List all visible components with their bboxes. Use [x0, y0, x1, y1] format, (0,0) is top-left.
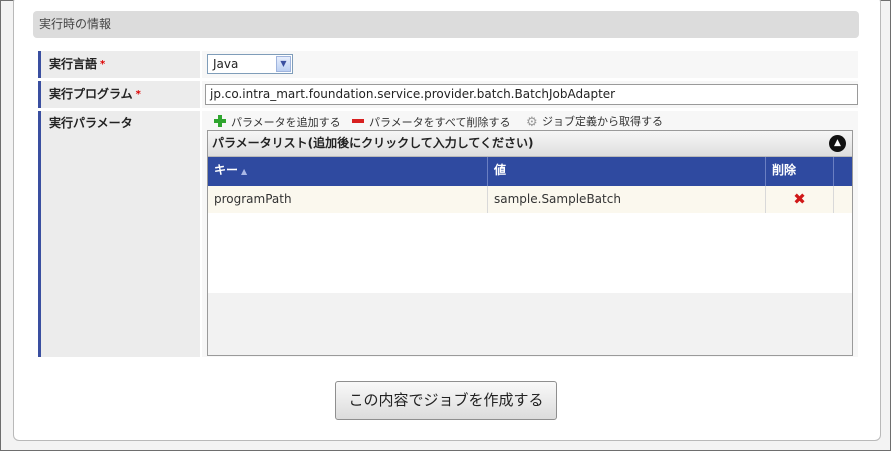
- column-header-value: 値: [488, 157, 766, 186]
- grid-footer-area: [208, 293, 852, 355]
- grid-empty-area: [208, 213, 852, 293]
- delete-all-label: パラメータをすべて削除する: [369, 116, 511, 129]
- grid-title: パラメータリスト(追加後にクリックして入力してください) ▲: [208, 131, 852, 157]
- table-row[interactable]: programPath sample.SampleBatch ✖: [208, 186, 852, 214]
- minus-icon: [351, 114, 365, 128]
- column-key-label: キー: [214, 163, 239, 177]
- param-delete-cell[interactable]: ✖: [766, 186, 834, 213]
- required-mark: *: [135, 89, 141, 100]
- get-from-job-definition-link[interactable]: ⚙ ジョブ定義から取得する: [526, 114, 663, 130]
- language-value-cell: [202, 51, 858, 78]
- chevron-down-icon[interactable]: ▼: [276, 56, 291, 72]
- column-delete-label: 削除: [772, 163, 797, 177]
- delete-icon[interactable]: ✖: [793, 190, 806, 208]
- column-header-delete: 削除: [766, 157, 834, 186]
- collapse-icon[interactable]: ▲: [829, 135, 846, 152]
- program-label: 実行プログラム *: [38, 81, 200, 108]
- add-parameter-link[interactable]: パラメータを追加する: [213, 114, 341, 131]
- sort-icon[interactable]: ▲: [241, 167, 247, 176]
- language-label-text: 実行言語: [49, 57, 98, 71]
- delete-all-parameters-link[interactable]: パラメータをすべて削除する: [351, 114, 510, 131]
- language-select-value: Java: [213, 57, 239, 71]
- required-mark: *: [100, 59, 106, 70]
- add-parameter-label: パラメータを追加する: [231, 116, 341, 129]
- language-select[interactable]: Java ▼: [207, 54, 293, 74]
- grid-header: キー ▲ 値 削除: [208, 157, 852, 186]
- gear-icon: ⚙: [526, 115, 538, 130]
- parameters-label: 実行パラメータ: [38, 111, 200, 357]
- program-input[interactable]: jp.co.intra_mart.foundation.service.prov…: [205, 84, 858, 105]
- plus-icon: [213, 114, 227, 128]
- get-from-job-label: ジョブ定義から取得する: [542, 115, 663, 128]
- section-title: 実行時の情報: [33, 11, 859, 38]
- column-header-key[interactable]: キー ▲: [208, 157, 488, 186]
- parameter-grid: パラメータリスト(追加後にクリックして入力してください) ▲ キー ▲ 値 削除 …: [207, 130, 853, 356]
- grid-title-text: パラメータリスト(追加後にクリックして入力してください): [212, 136, 534, 150]
- program-label-text: 実行プログラム: [49, 87, 133, 101]
- param-value-cell[interactable]: sample.SampleBatch: [488, 186, 766, 213]
- language-label: 実行言語 *: [38, 51, 200, 78]
- create-job-button[interactable]: この内容でジョブを作成する: [335, 381, 557, 420]
- param-key-cell[interactable]: programPath: [208, 186, 488, 213]
- parameters-label-text: 実行パラメータ: [49, 116, 133, 130]
- column-value-label: 値: [494, 163, 507, 177]
